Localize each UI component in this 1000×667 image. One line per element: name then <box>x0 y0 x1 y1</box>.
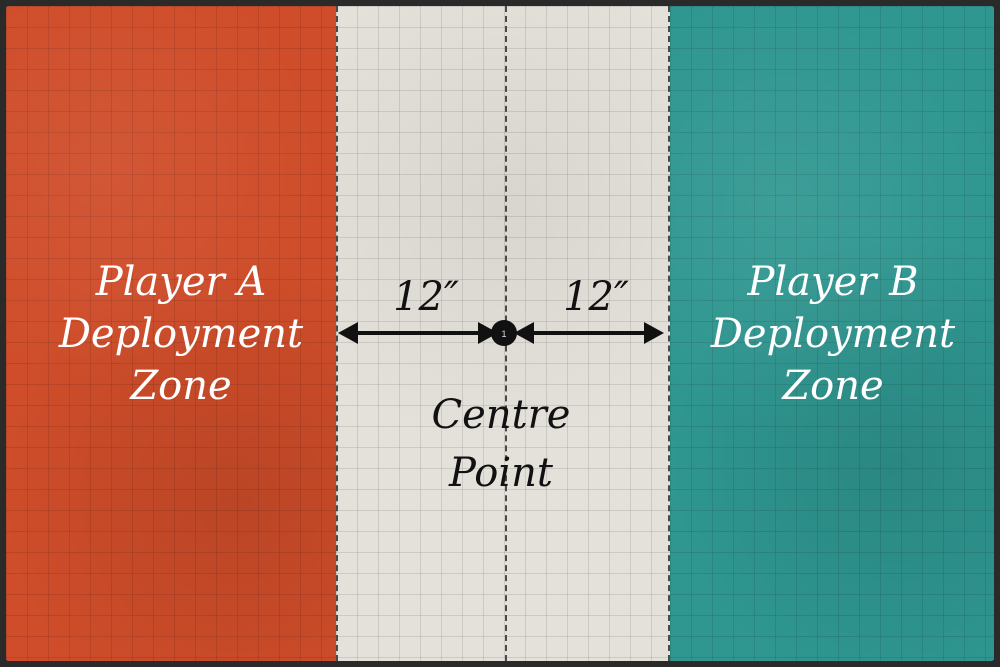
left-arrow <box>338 322 498 344</box>
centre-marker-number: 1 <box>501 329 506 339</box>
point-word: Point <box>448 450 553 496</box>
centre-word: Centre <box>431 392 571 438</box>
centre-point-marker: 1 <box>491 320 517 346</box>
right-arrow <box>514 322 664 344</box>
distance-arrows: 1 <box>338 320 664 346</box>
battlefield-map: Player A Deployment Zone Player B Deploy… <box>6 6 994 661</box>
centre-point-label: Centre Point <box>376 386 626 502</box>
